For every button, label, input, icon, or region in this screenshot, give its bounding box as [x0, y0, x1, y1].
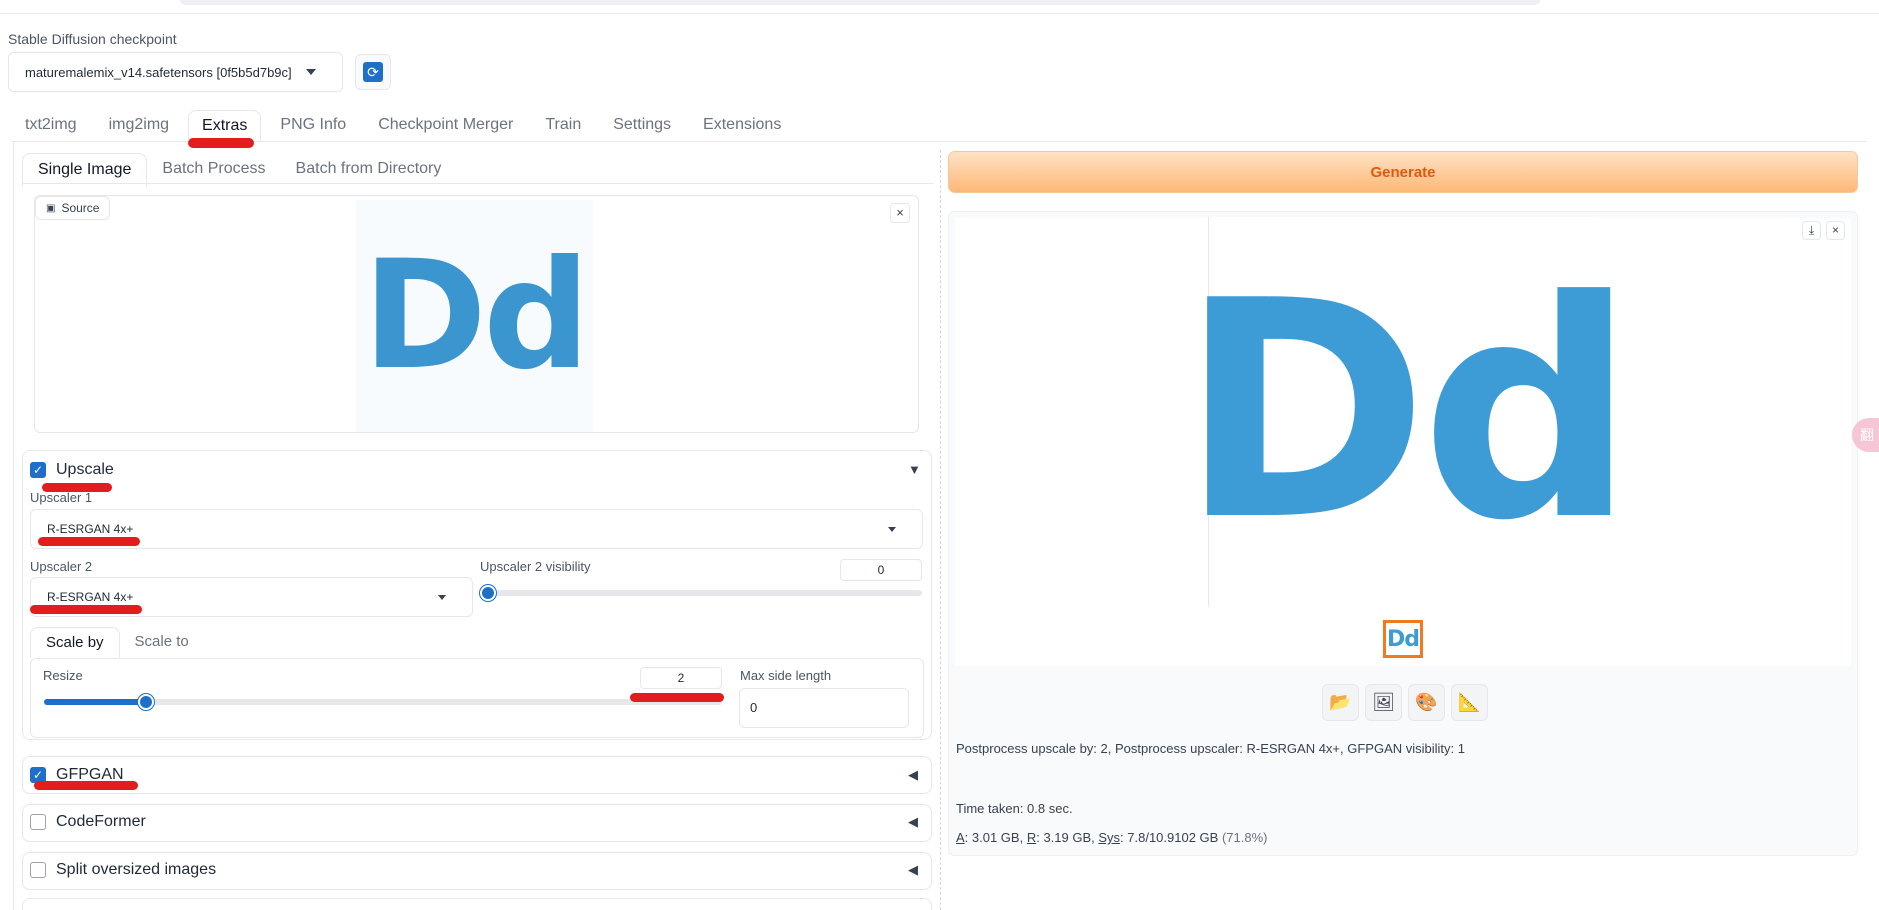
generate-button[interactable]: Generate [948, 151, 1858, 193]
upscale-header[interactable]: ✓ Upscale [30, 461, 114, 479]
sub-tabs-divider [22, 183, 933, 184]
max-side-label: Max side length [740, 668, 832, 683]
annotation-mark-resize [630, 693, 724, 702]
close-icon: × [896, 205, 904, 220]
tab-train[interactable]: Train [532, 110, 594, 142]
palette-icon: 🎨 [1415, 692, 1438, 712]
send-to-img2img-button[interactable]: 🖼 [1365, 684, 1402, 721]
upscaler2-value: R-ESRGAN 4x+ [47, 590, 134, 604]
result-image[interactable]: Dd [1180, 217, 1635, 607]
folder-icon: 📂 [1329, 692, 1352, 712]
resize-slider[interactable] [44, 694, 722, 710]
tab-batch-process[interactable]: Batch Process [147, 153, 280, 187]
refresh-checkpoint-button[interactable]: ⟳ [355, 54, 391, 90]
codeformer-header[interactable]: CodeFormer [30, 813, 146, 831]
gfpgan-accordion [22, 756, 932, 794]
source-badge: ▣ Source [35, 196, 111, 220]
source-image: Dd [356, 200, 593, 432]
max-side-input[interactable]: 0 [739, 688, 909, 728]
refresh-icon: ⟳ [363, 62, 383, 82]
tab-txt2img[interactable]: txt2img [12, 110, 90, 142]
annotation-mark-upscaler2 [30, 605, 142, 614]
mem-percent: (71.8%) [1221, 830, 1268, 845]
chevron-down-icon [438, 595, 446, 600]
download-button[interactable]: ⤓ [1802, 221, 1821, 240]
generation-info: Postprocess upscale by: 2, Postprocess u… [956, 741, 1465, 756]
open-folder-button[interactable]: 📂 [1322, 684, 1359, 721]
slider-thumb[interactable] [480, 585, 496, 601]
mem-r-key: R [1026, 830, 1037, 845]
source-label: Source [61, 201, 100, 215]
split-title: Split oversized images [56, 861, 217, 878]
tab-settings[interactable]: Settings [600, 110, 684, 142]
next-accordion [22, 898, 932, 910]
annotation-mark-upscaler1 [38, 537, 140, 546]
tab-png-info[interactable]: PNG Info [267, 110, 359, 142]
upscaler1-select[interactable]: R-ESRGAN 4x+ [30, 509, 923, 549]
source-image-text: Dd [362, 229, 591, 403]
clear-source-button[interactable]: × [890, 203, 910, 223]
sub-tabs: Single Image Batch Process Batch from Di… [22, 153, 456, 187]
codeformer-checkbox[interactable] [30, 814, 46, 830]
thumbnail-text: Dd [1386, 626, 1420, 652]
upscaler2-label: Upscaler 2 [30, 559, 93, 574]
codeformer-accordion [22, 804, 932, 842]
split-header[interactable]: Split oversized images [30, 861, 216, 879]
annotation-mark-gfpgan [34, 781, 138, 790]
mem-sys: : 7.8/10.9102 GB [1120, 830, 1222, 845]
mem-a-key: A [956, 830, 965, 845]
image-icon: ▣ [46, 202, 56, 214]
split-checkbox[interactable] [30, 862, 46, 878]
close-preview-button[interactable]: × [1826, 221, 1845, 240]
upscaler1-label: Upscaler 1 [30, 490, 93, 505]
image-icon: 🖼 [1372, 692, 1395, 712]
time-taken: Time taken: 0.8 sec. [956, 801, 1073, 816]
scale-tabs: Scale by Scale to [30, 627, 204, 658]
ruler-icon: 📐 [1458, 692, 1481, 712]
resize-input[interactable]: 2 [640, 667, 722, 689]
send-to-inpaint-button[interactable]: 🎨 [1408, 684, 1445, 721]
result-thumbnail[interactable]: Dd [1383, 620, 1423, 658]
tab-scale-by[interactable]: Scale by [30, 627, 120, 658]
chevron-down-icon [888, 527, 896, 532]
upscaler2-visibility-input[interactable]: 0 [840, 559, 922, 581]
tab-scale-to[interactable]: Scale to [120, 627, 204, 658]
slider-fill [44, 699, 146, 705]
chevron-down-icon [306, 69, 316, 75]
tab-batch-from-directory[interactable]: Batch from Directory [281, 153, 457, 187]
result-image-text: Dd [1179, 237, 1636, 586]
translate-widget[interactable]: 翻 [1852, 418, 1879, 452]
checkpoint-value: maturemalemix_v14.safetensors [0f5b5d7b9… [25, 64, 292, 80]
main-tabs: txt2img img2img Extras PNG Info Checkpoi… [12, 110, 800, 142]
slider-thumb[interactable] [137, 694, 154, 710]
top-bar [180, 0, 1540, 5]
mem-r: : 3.19 GB, [1036, 830, 1099, 845]
expand-triangle-icon[interactable]: ◀ [908, 862, 1865, 878]
panel-divider [940, 150, 941, 910]
download-icon: ⤓ [1808, 223, 1815, 237]
tab-img2img[interactable]: img2img [96, 110, 182, 142]
tab-checkpoint-merger[interactable]: Checkpoint Merger [365, 110, 526, 142]
codeformer-title: CodeFormer [56, 813, 146, 830]
mem-sys-key: Sys [1098, 830, 1121, 845]
tab-single-image[interactable]: Single Image [22, 153, 148, 187]
upscale-title: Upscale [56, 461, 114, 478]
resize-label: Resize [43, 668, 83, 683]
upscaler2-visibility-label: Upscaler 2 visibility [480, 559, 591, 574]
output-toolbar: 📂 🖼 🎨 📐 [1322, 684, 1488, 721]
upscaler2-visibility-slider[interactable] [480, 585, 922, 601]
checkpoint-label: Stable Diffusion checkpoint [8, 31, 177, 47]
upscale-checkbox[interactable]: ✓ [30, 462, 46, 478]
mem-a: : 3.01 GB, [964, 830, 1027, 845]
top-divider [0, 13, 1879, 14]
memory-stats: A: 3.01 GB, R: 3.19 GB, Sys: 7.8/10.9102… [956, 830, 1267, 845]
tab-extensions[interactable]: Extensions [690, 110, 794, 142]
send-to-extras-button[interactable]: 📐 [1451, 684, 1488, 721]
checkpoint-select[interactable]: maturemalemix_v14.safetensors [0f5b5d7b9… [8, 52, 343, 92]
upscaler1-value: R-ESRGAN 4x+ [47, 522, 134, 536]
close-icon: × [1831, 223, 1839, 237]
